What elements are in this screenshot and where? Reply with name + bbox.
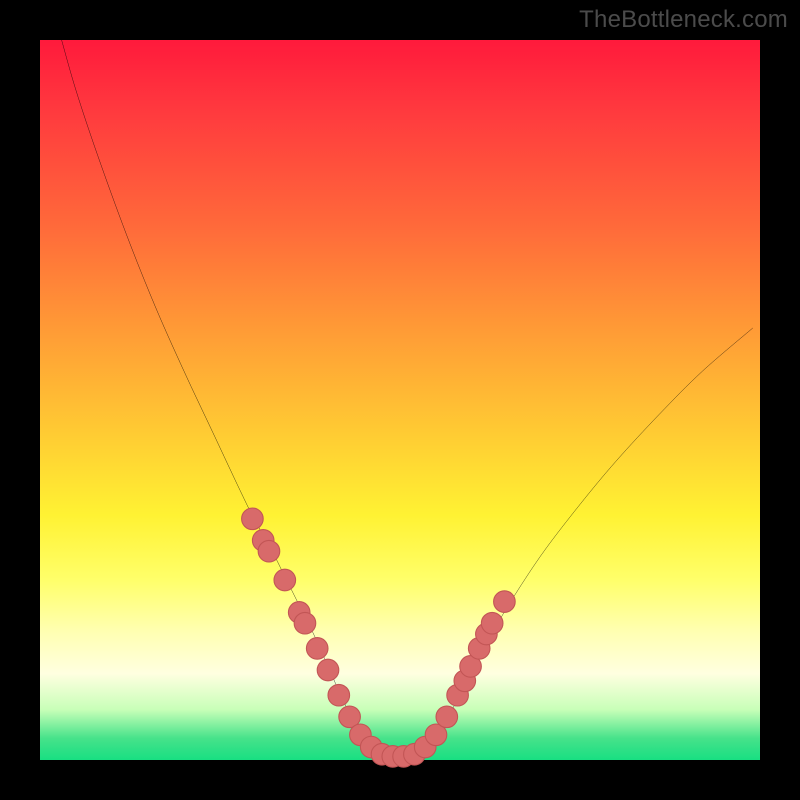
curve-marker (258, 540, 280, 562)
curve-marker (494, 591, 516, 613)
curve-marker (294, 612, 316, 634)
curve-layer (40, 40, 760, 760)
plot-area (40, 40, 760, 760)
curve-marker (242, 508, 264, 530)
curve-marker (328, 684, 350, 706)
curve-marker (436, 706, 458, 728)
bottleneck-curve (62, 40, 753, 757)
watermark-text: TheBottleneck.com (579, 6, 788, 34)
chart-frame: TheBottleneck.com (0, 0, 800, 800)
curve-marker (317, 659, 339, 681)
marker-group (242, 508, 516, 767)
curve-marker (481, 612, 503, 634)
curve-marker (306, 638, 328, 660)
curve-marker (274, 569, 296, 591)
